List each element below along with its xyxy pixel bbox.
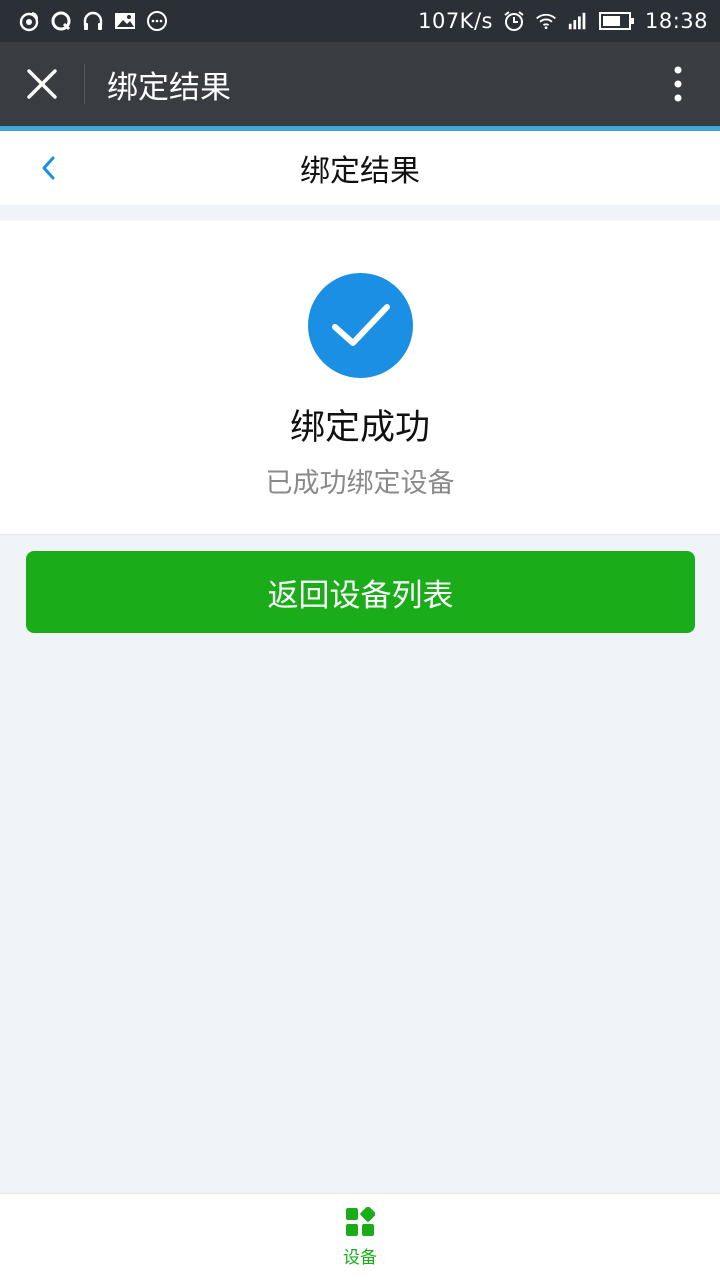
network-speed: 107K/s [418, 9, 493, 33]
clock: 18:38 [644, 9, 708, 33]
title-divider [84, 64, 85, 104]
status-bar: 107K/s 18:38 [0, 0, 720, 42]
device-grid-icon [346, 1206, 375, 1236]
back-to-device-list-button[interactable]: 返回设备列表 [26, 551, 695, 633]
close-button[interactable] [0, 42, 84, 126]
success-check-icon [308, 273, 413, 378]
result-panel: 绑定成功 已成功绑定设备 [0, 221, 720, 535]
alarm-icon [503, 10, 525, 32]
signal-icon [567, 10, 589, 32]
page-header: 绑定结果 [0, 131, 720, 205]
message-icon [146, 10, 168, 32]
image-icon [114, 10, 136, 32]
title-bar-title: 绑定结果 [107, 69, 231, 106]
wifi-icon [535, 10, 557, 32]
battery-icon [598, 10, 635, 32]
tab-devices-label: 设备 [343, 1247, 377, 1268]
page-title: 绑定结果 [300, 154, 420, 189]
chevron-left-icon [42, 156, 55, 180]
status-left-icons [18, 10, 168, 32]
title-bar: 绑定结果 [0, 42, 720, 126]
status-right-icons: 107K/s 18:38 [418, 9, 708, 33]
tab-bar: 设备 [0, 1193, 720, 1280]
qq-icon [50, 10, 72, 32]
weibo-icon [18, 10, 40, 32]
back-button[interactable] [20, 131, 76, 205]
result-title: 绑定成功 [289, 408, 430, 448]
close-icon [27, 69, 57, 99]
headphones-icon [82, 10, 104, 32]
result-description: 已成功绑定设备 [265, 468, 455, 499]
tab-devices[interactable]: 设备 [343, 1206, 377, 1268]
more-options-button[interactable] [636, 42, 720, 126]
more-vertical-icon [674, 66, 682, 102]
